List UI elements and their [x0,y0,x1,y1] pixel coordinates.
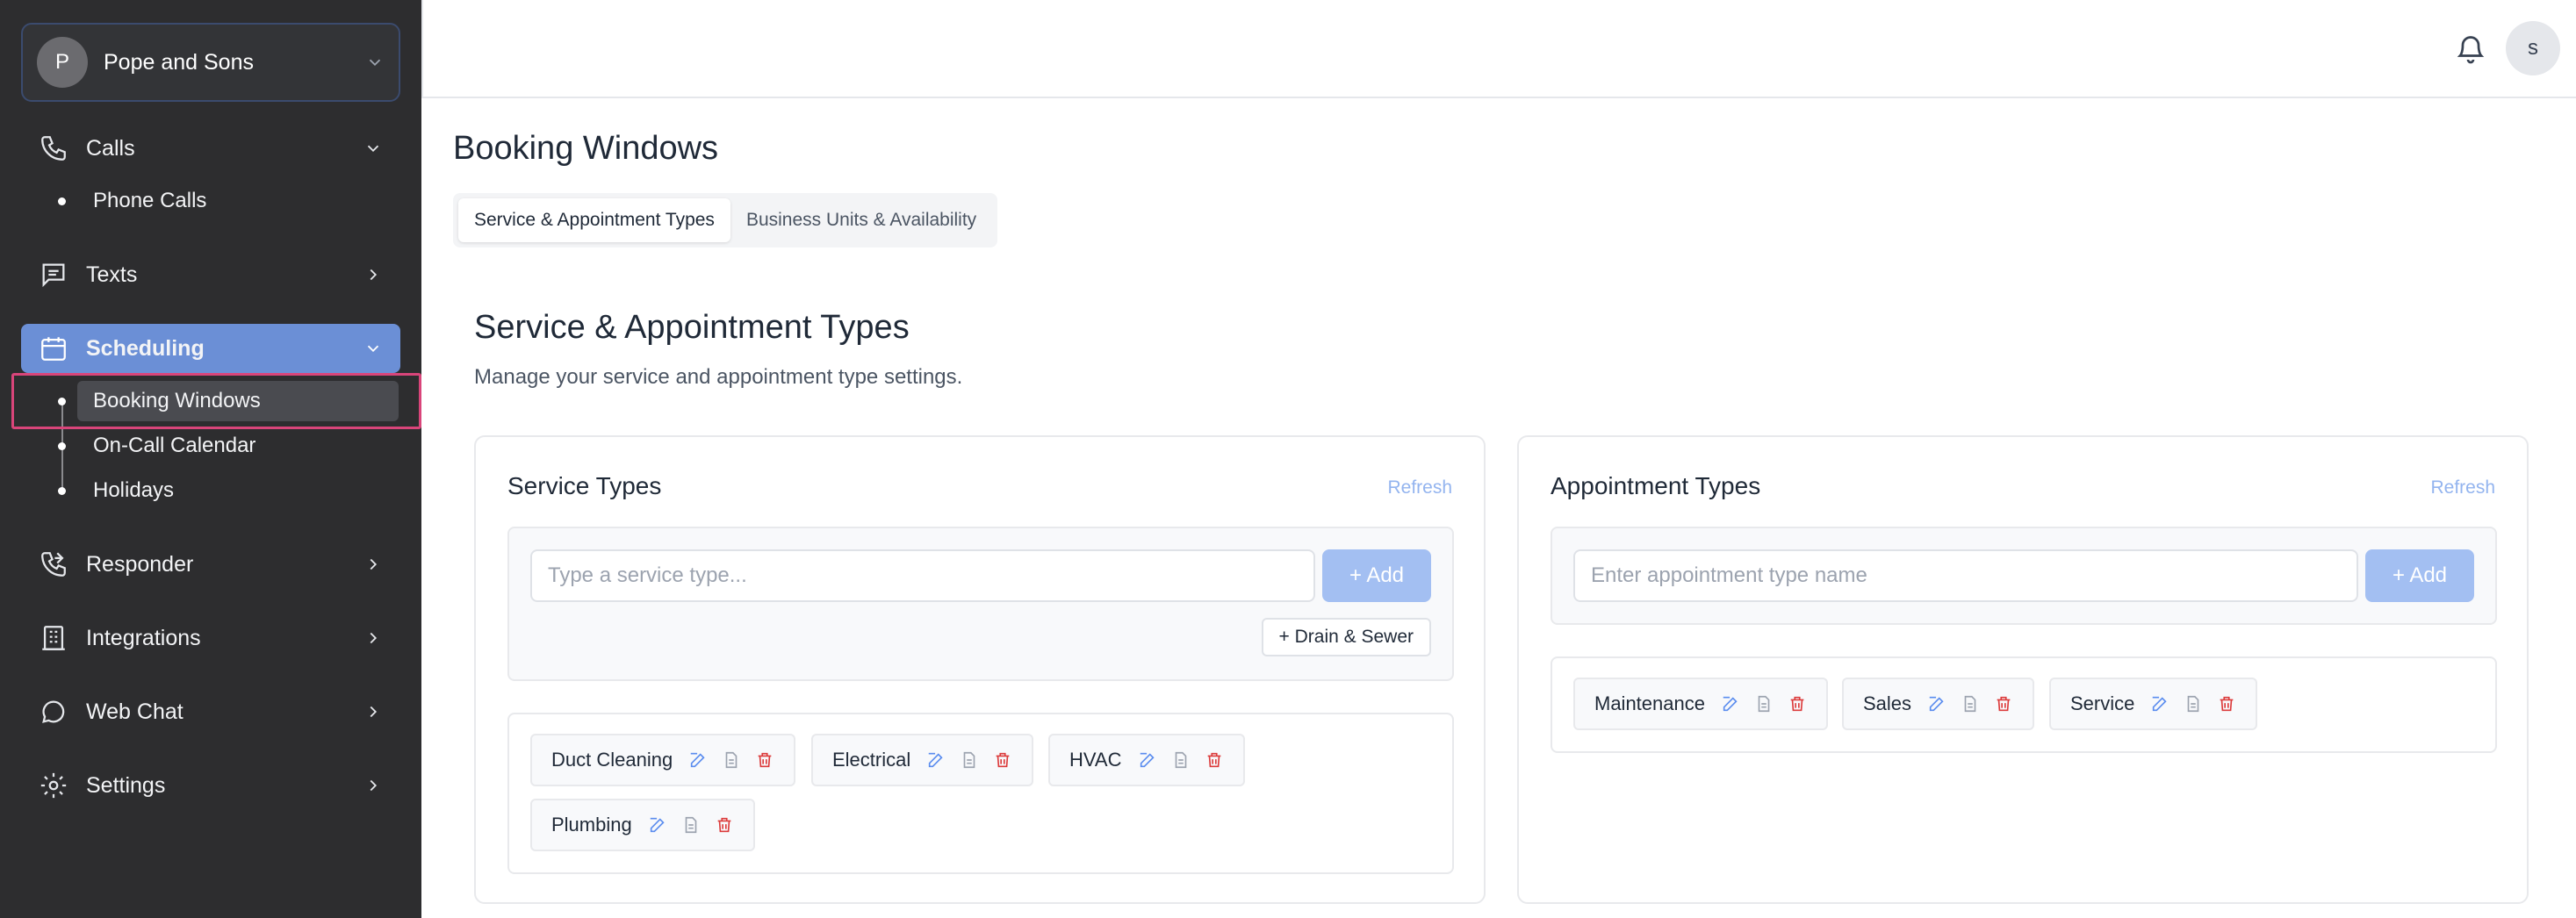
phone-forward-icon [41,552,66,577]
chevron-down-icon [367,345,379,353]
file-icon[interactable] [722,750,741,770]
sidebar: P Pope and Sons Calls Phone Calls Texts … [0,0,421,918]
service-type-tag: HVAC [1048,734,1245,786]
chevron-right-icon [370,269,378,281]
edit-icon[interactable] [1927,694,1946,714]
nav-responder[interactable]: Responder [21,540,400,589]
nav-texts[interactable]: Texts [21,250,400,299]
service-types-refresh[interactable]: Refresh [1387,477,1452,498]
nav-texts-label: Texts [86,262,138,287]
nav-settings-label: Settings [86,772,166,798]
building-icon [42,626,65,650]
tag-label: Duct Cleaning [551,749,673,771]
org-avatar: P [37,37,88,88]
service-type-tag: Duct Cleaning [530,734,796,786]
edit-icon[interactable] [648,815,667,835]
tab-bar: Service & Appointment Types Business Uni… [453,193,998,247]
edit-icon[interactable] [1721,694,1740,714]
service-type-input-panel: + Add + Drain & Sewer [507,527,1454,681]
org-switcher[interactable]: P Pope and Sons [21,23,400,102]
nav-web-chat-label: Web Chat [86,699,183,724]
trash-icon[interactable] [993,750,1012,770]
gear-icon [40,772,67,799]
add-appointment-type-button[interactable]: + Add [2365,549,2474,602]
service-types-title: Service Types [507,472,662,499]
service-types-card: Service Types Refresh + Add + Drain & Se… [474,435,1486,904]
service-types-list: Duct Cleaning Electrical HVAC Plumbing [507,713,1454,874]
trash-icon[interactable] [755,750,774,770]
chevron-right-icon [370,632,378,644]
section-subtitle: Manage your service and appointment type… [474,365,963,389]
tab-service-appointment-types[interactable]: Service & Appointment Types [458,198,730,242]
add-service-type-button[interactable]: + Add [1322,549,1431,602]
tag-label: Plumbing [551,814,632,836]
file-icon[interactable] [1754,694,1774,714]
calendar-icon [41,337,66,361]
edit-icon[interactable] [926,750,946,770]
nav-settings[interactable]: Settings [21,761,400,810]
nav-calls[interactable]: Calls [21,124,400,173]
chat-bubble-icon [42,700,65,723]
file-icon[interactable] [2184,694,2203,714]
chevron-down-icon [367,145,379,153]
nav-phone-calls[interactable]: Phone Calls [77,181,222,221]
edit-icon[interactable] [688,750,708,770]
section-title: Service & Appointment Types [474,309,910,346]
chevron-right-icon [370,558,378,570]
service-type-tag: Electrical [811,734,1034,786]
appointment-types-refresh[interactable]: Refresh [2430,477,2495,498]
tag-label: Electrical [832,749,911,771]
appointment-type-tag: Sales [1842,678,2035,730]
nav-web-chat[interactable]: Web Chat [21,687,400,736]
tag-label: Sales [1863,692,1912,714]
nav-calls-label: Calls [86,135,135,161]
edit-icon[interactable] [1138,750,1157,770]
bell-icon[interactable] [2455,32,2486,67]
tag-label: HVAC [1069,749,1122,771]
nav-scheduling-label: Scheduling [86,335,205,361]
trash-icon[interactable] [1994,694,2013,714]
appointment-type-input[interactable] [1573,549,2358,602]
tab-business-units-availability[interactable]: Business Units & Availability [730,198,992,242]
top-bar: s [421,0,2576,98]
tag-label: Maintenance [1594,692,1705,714]
tag-label: Service [2070,692,2135,714]
chevron-down-icon [369,59,381,67]
nav-on-call-calendar[interactable]: On-Call Calendar [77,426,271,466]
service-type-input[interactable] [530,549,1315,602]
nav-integrations-label: Integrations [86,625,201,650]
appointment-types-card: Appointment Types Refresh + Add Maintena… [1517,435,2529,904]
chevron-right-icon [370,706,378,718]
message-square-icon [42,263,65,288]
bullet [58,197,66,205]
service-type-tag: Plumbing [530,799,755,851]
bullet [58,442,66,450]
user-avatar[interactable]: s [2506,21,2560,75]
file-icon[interactable] [681,815,701,835]
nav-scheduling[interactable]: Scheduling [21,324,400,373]
trash-icon[interactable] [1788,694,1807,714]
trash-icon[interactable] [2217,694,2236,714]
trash-icon[interactable] [1205,750,1224,770]
nav-integrations[interactable]: Integrations [21,613,400,663]
edit-icon[interactable] [2150,694,2169,714]
page-title: Booking Windows [453,130,719,167]
appointment-types-list: Maintenance Sales Service [1551,656,2497,753]
file-icon[interactable] [1171,750,1191,770]
trash-icon[interactable] [715,815,734,835]
appointment-types-title: Appointment Types [1551,472,1761,499]
selection-highlight [11,373,421,429]
suggestion-drain-sewer-button[interactable]: + Drain & Sewer [1261,618,1431,656]
appointment-type-tag: Maintenance [1573,678,1828,730]
org-name: Pope and Sons [104,49,254,75]
phone-icon [41,136,66,161]
appointment-type-input-panel: + Add [1551,527,2497,625]
chevron-right-icon [370,779,378,792]
nav-holidays[interactable]: Holidays [77,470,190,511]
appointment-type-tag: Service [2049,678,2258,730]
file-icon[interactable] [1961,694,1980,714]
nav-responder-label: Responder [86,551,194,577]
bullet [58,487,66,495]
file-icon[interactable] [960,750,979,770]
